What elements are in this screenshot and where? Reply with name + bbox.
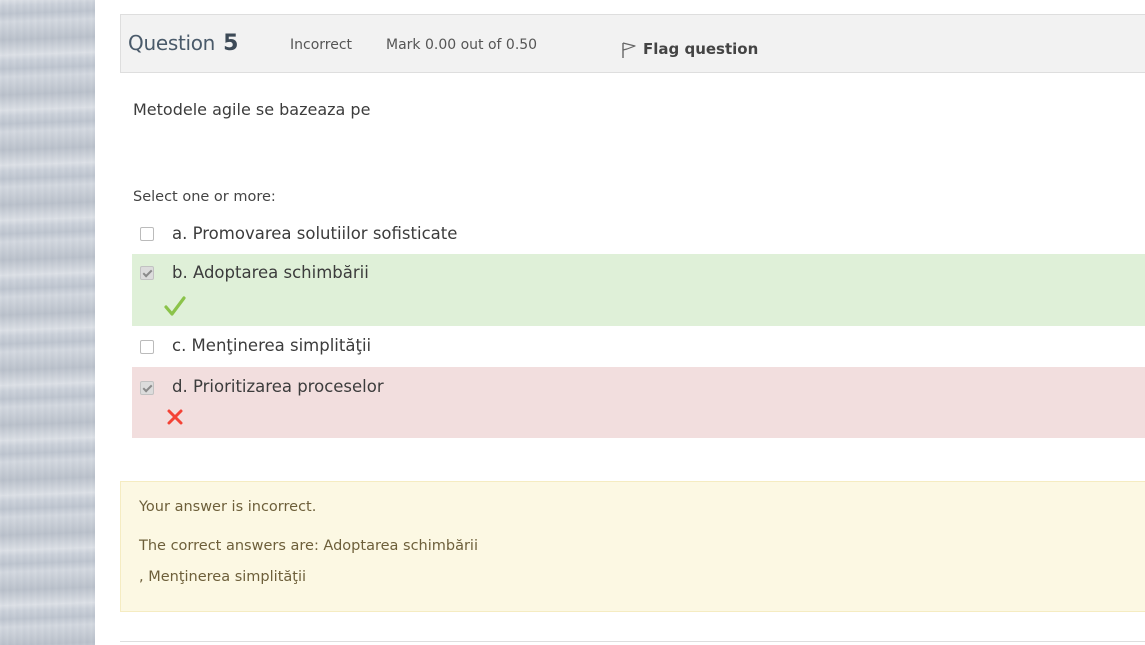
checkmark-icon [164, 295, 186, 321]
answer-label-b: b. Adoptarea schimbării [172, 263, 369, 282]
flag-question-link[interactable]: Flag question [621, 35, 758, 63]
answer-label-c: c. Menţinerea simplităţii [172, 336, 372, 355]
answer-label-a: a. Promovarea solutiilor sofisticate [172, 224, 458, 243]
question-number: 5 [223, 31, 239, 56]
answer-option-d: d. Prioritizarea proceselor [132, 367, 1145, 438]
background-texture [0, 0, 95, 645]
next-section-border [120, 641, 1145, 645]
answer-option-a: a. Promovarea solutiilor sofisticate [132, 218, 1145, 254]
answer-option-b: b. Adoptarea schimbării [132, 254, 1145, 326]
answer-checkbox-a[interactable] [140, 227, 154, 241]
question-state: Incorrect [290, 37, 353, 53]
question-text: Metodele agile se bazeaza pe [133, 100, 371, 119]
flag-icon [621, 35, 643, 63]
quiz-review-page: Question 5 Incorrect Mark 0.00 out of 0.… [0, 0, 1145, 645]
feedback-result: Your answer is incorrect. [139, 499, 317, 515]
main-content: Question 5 Incorrect Mark 0.00 out of 0.… [95, 0, 1145, 645]
answer-option-c: c. Menţinerea simplităţii [132, 326, 1145, 367]
question-info-bar: Question 5 Incorrect Mark 0.00 out of 0.… [120, 14, 1145, 73]
question-title: Question 5 [128, 31, 238, 56]
feedback-box: Your answer is incorrect. The correct an… [120, 481, 1145, 612]
question-grade: Mark 0.00 out of 0.50 [386, 37, 538, 53]
answer-checkbox-b[interactable] [140, 266, 154, 280]
answer-checkbox-c[interactable] [140, 340, 154, 354]
answer-label-d: d. Prioritizarea proceselor [172, 377, 384, 396]
question-word: Question [128, 31, 216, 55]
answer-checkbox-d[interactable] [140, 381, 154, 395]
cross-icon [166, 408, 184, 430]
flag-question-label: Flag question [643, 40, 759, 58]
correct-answers-line2: , Menţinerea simplităţii [139, 569, 307, 585]
answer-prompt: Select one or more: [133, 189, 276, 205]
correct-answers-line1: The correct answers are: Adoptarea schim… [139, 538, 478, 554]
